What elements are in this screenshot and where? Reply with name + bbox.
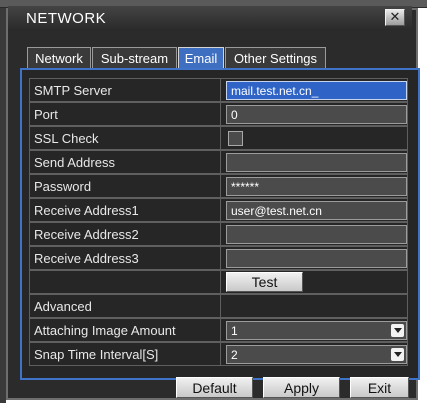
row-test: Test <box>29 270 408 294</box>
apply-button[interactable]: Apply <box>263 377 340 398</box>
default-button[interactable]: Default <box>176 377 253 398</box>
tab-sub-stream[interactable]: Sub-stream <box>92 47 177 69</box>
row-receive-address3: Receive Address3 <box>29 246 408 270</box>
receive-address1-input[interactable]: user@test.net.cn <box>226 201 407 220</box>
password-label: Password <box>30 175 221 197</box>
receive-address3-input[interactable] <box>226 249 407 268</box>
tab-network[interactable]: Network <box>27 47 91 69</box>
receive-address1-label: Receive Address1 <box>30 199 221 221</box>
row-receive-address2: Receive Address2 <box>29 222 408 246</box>
send-address-input[interactable] <box>226 153 407 172</box>
attaching-image-amount-label: Attaching Image Amount <box>30 319 221 341</box>
receive-address3-label: Receive Address3 <box>30 247 221 269</box>
row-snap-time-interval: Snap Time Interval[S] 2 <box>29 342 408 366</box>
snap-time-interval-label: Snap Time Interval[S] <box>30 343 221 365</box>
ssl-check-label: SSL Check <box>30 127 221 149</box>
close-icon: ✕ <box>389 10 401 25</box>
send-address-label: Send Address <box>30 151 221 173</box>
snap-time-interval-select[interactable]: 2 <box>226 345 407 364</box>
exit-button[interactable]: Exit <box>350 377 409 398</box>
port-label: Port <box>30 103 221 125</box>
ssl-check-checkbox[interactable] <box>228 131 243 146</box>
receive-address2-input[interactable] <box>226 225 407 244</box>
smtp-server-input[interactable]: mail.test.net.cn_ <box>226 81 407 100</box>
row-password: Password ****** <box>29 174 408 198</box>
tab-email[interactable]: Email <box>178 47 224 69</box>
close-button[interactable]: ✕ <box>385 9 405 26</box>
password-input[interactable]: ****** <box>226 177 407 196</box>
attaching-image-amount-value: 1 <box>231 323 238 338</box>
row-advanced: Advanced <box>29 294 408 318</box>
row-send-address: Send Address <box>29 150 408 174</box>
snap-time-interval-value: 2 <box>231 347 238 362</box>
port-input[interactable]: 0 <box>226 105 407 124</box>
window-title: NETWORK <box>26 10 107 27</box>
row-receive-address1: Receive Address1 user@test.net.cn <box>29 198 408 222</box>
chevron-down-icon[interactable] <box>391 348 404 361</box>
row-attaching-image-amount: Attaching Image Amount 1 <box>29 318 408 342</box>
row-ssl-check: SSL Check <box>29 126 408 150</box>
test-row-label <box>30 271 221 293</box>
row-smtp-server: SMTP Server mail.test.net.cn_ <box>29 78 408 102</box>
receive-address2-label: Receive Address2 <box>30 223 221 245</box>
test-button[interactable]: Test <box>226 272 303 292</box>
chevron-down-icon[interactable] <box>391 324 404 337</box>
row-port: Port 0 <box>29 102 408 126</box>
smtp-server-label: SMTP Server <box>30 79 221 101</box>
attaching-image-amount-select[interactable]: 1 <box>226 321 407 340</box>
tab-other-settings[interactable]: Other Settings <box>225 47 326 69</box>
advanced-label: Advanced <box>30 295 221 317</box>
